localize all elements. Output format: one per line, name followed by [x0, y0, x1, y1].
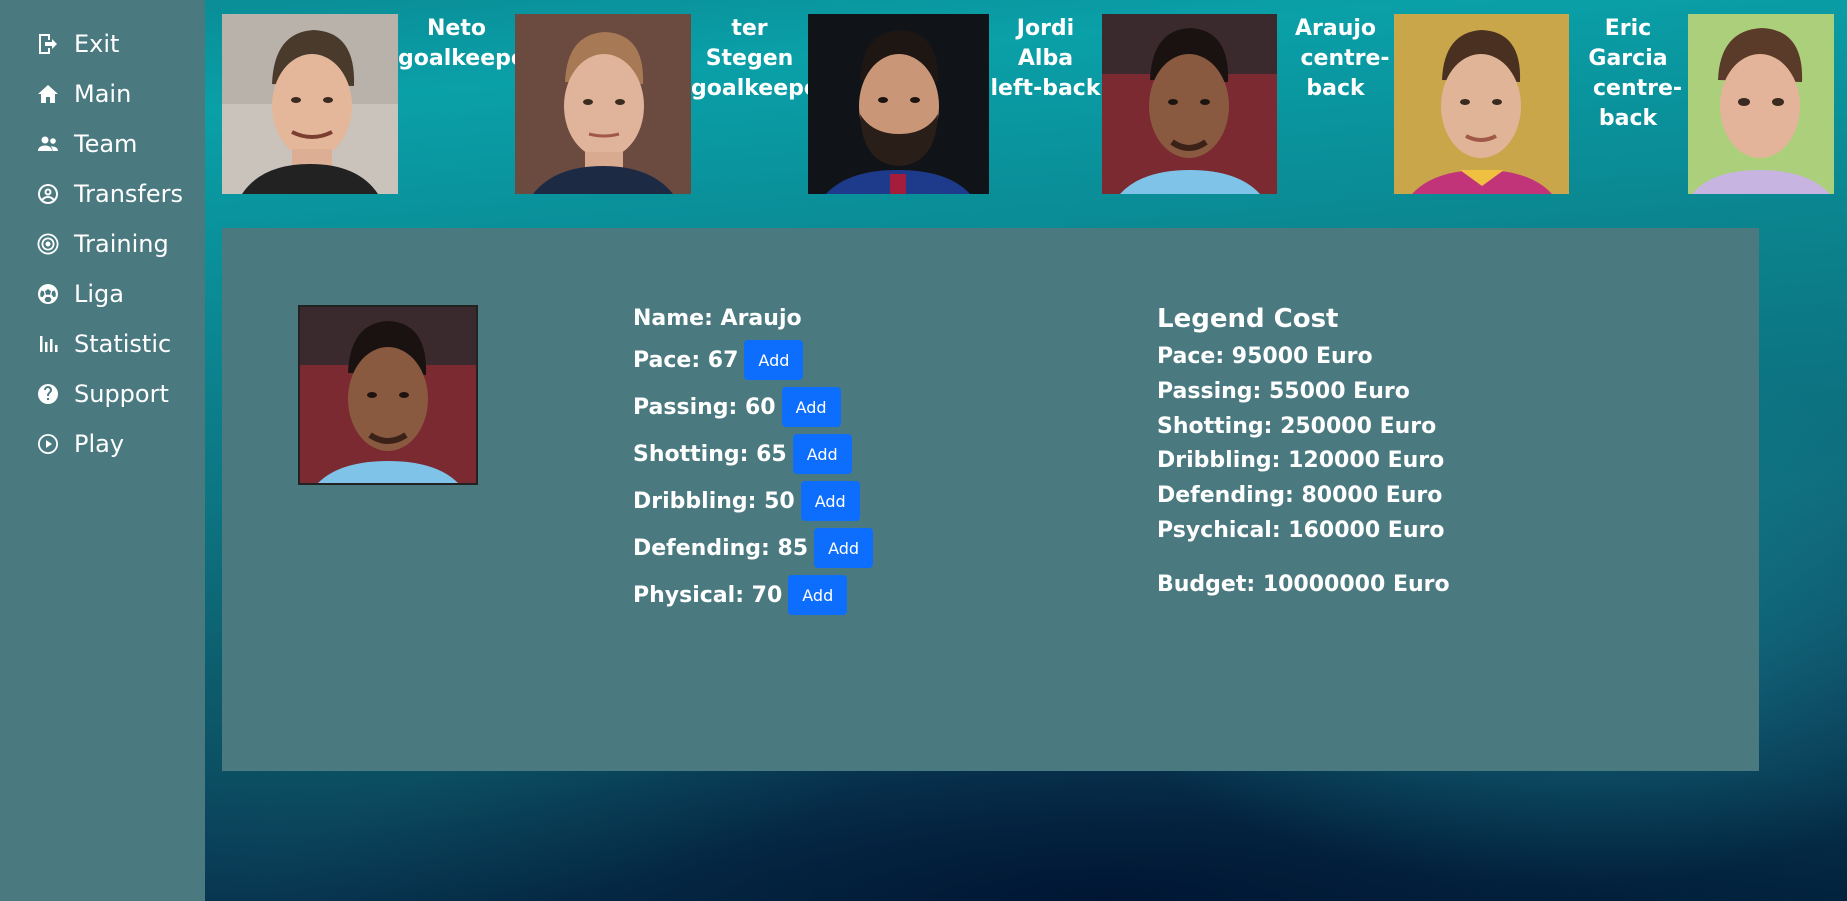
stat-row-pace: Pace: 67 Add [633, 340, 804, 380]
sidebar-item-transfers[interactable]: Transfers [36, 174, 183, 214]
player-label-ter-stegen: ter Stegen goalkeeper [691, 14, 830, 104]
stat-label: Passing: 60 [633, 394, 776, 420]
player-name: Eric Garcia [1588, 16, 1668, 71]
player-position: left-back [990, 76, 1101, 101]
user-circle-icon [38, 184, 58, 204]
player-position: goalkeeper [398, 46, 537, 71]
player-photo-ter-stegen[interactable] [515, 14, 691, 194]
play-icon [38, 434, 58, 454]
sidebar-item-label: Statistic [74, 330, 172, 358]
player-detail-panel: Name: Araujo Pace: 67 Add Passing: 60 Ad… [222, 228, 1759, 771]
sidebar-item-label: Main [74, 80, 132, 108]
cost-psychical: Psychical: 160000 Euro [1157, 518, 1445, 543]
player-name: Jordi Alba [1016, 16, 1075, 71]
target-icon [37, 233, 59, 255]
question-icon [38, 384, 58, 404]
stat-row-defending: Defending: 85 Add [633, 528, 874, 568]
sidebar-item-support[interactable]: Support [36, 374, 169, 414]
player-name-text: Name: Araujo [633, 306, 802, 331]
sidebar-item-label: Liga [74, 280, 124, 308]
player-portrait-image [1102, 14, 1277, 194]
stat-row-dribbling: Dribbling: 50 Add [633, 481, 860, 521]
player-name: ter Stegen [705, 16, 794, 71]
add-defending-button[interactable]: Add [814, 528, 874, 568]
sidebar: Exit Main Team Transfers Training Liga S… [0, 0, 205, 901]
player-portrait-image [1394, 14, 1569, 194]
sidebar-item-label: Team [74, 130, 138, 158]
player-portrait-image [1688, 14, 1834, 194]
player-photo-eric-garcia[interactable] [1394, 14, 1569, 194]
player-name: Araujo [1294, 16, 1377, 41]
player-position: centre-back [1300, 46, 1390, 101]
sidebar-item-label: Play [74, 430, 125, 458]
sidebar-item-label: Exit [74, 30, 120, 58]
player-photo-araujo[interactable] [1102, 14, 1277, 194]
sidebar-item-label: Training [74, 230, 169, 258]
player-portrait-image [222, 14, 398, 194]
add-passing-button[interactable]: Add [781, 387, 841, 427]
sidebar-item-exit[interactable]: Exit [36, 24, 119, 64]
team-icon [38, 136, 58, 151]
player-portrait-image [300, 307, 476, 483]
player-photo-neto[interactable] [222, 14, 398, 194]
budget-text: Budget: 10000000 Euro [1157, 572, 1450, 597]
stat-row-physical: Physical: 70 Add [633, 575, 848, 615]
player-label-jordi-alba: Jordi Alba left-back [989, 14, 1102, 104]
home-icon [38, 85, 58, 103]
player-portrait-image [515, 14, 691, 194]
stat-row-shotting: Shotting: 65 Add [633, 434, 852, 474]
player-photo-jordi-alba[interactable] [808, 14, 989, 194]
sidebar-item-liga[interactable]: Liga [36, 274, 124, 314]
sidebar-item-label: Support [74, 380, 169, 408]
cost-pace: Pace: 95000 Euro [1157, 344, 1373, 369]
add-physical-button[interactable]: Add [788, 575, 848, 615]
player-name: Neto [427, 16, 486, 41]
cost-dribbling: Dribbling: 120000 Euro [1157, 448, 1445, 473]
player-position: centre-back [1593, 76, 1683, 131]
exit-icon [39, 34, 57, 54]
player-portrait-image [808, 14, 989, 194]
legend-cost-title: Legend Cost [1157, 304, 1339, 334]
stat-label: Defending: 85 [633, 535, 809, 561]
stat-label: Dribbling: 50 [633, 488, 795, 514]
add-pace-button[interactable]: Add [744, 340, 804, 380]
cost-defending: Defending: 80000 Euro [1157, 483, 1443, 508]
player-label-neto: Neto goalkeeper [398, 14, 537, 74]
sidebar-item-training[interactable]: Training [36, 224, 169, 264]
player-name-line: Name: Araujo [633, 306, 802, 331]
sidebar-item-label: Transfers [74, 180, 184, 208]
add-dribbling-button[interactable]: Add [800, 481, 860, 521]
player-position: goalkeeper [691, 76, 830, 101]
cost-shotting: Shotting: 250000 Euro [1157, 414, 1437, 439]
sidebar-item-play[interactable]: Play [36, 424, 124, 464]
player-photo-next[interactable] [1688, 14, 1834, 194]
player-label-eric-garcia: Eric Garcia centre-back [1569, 14, 1687, 134]
stat-label: Shotting: 65 [633, 441, 787, 467]
soccer-ball-icon [38, 284, 58, 304]
add-shotting-button[interactable]: Add [792, 434, 852, 474]
stat-label: Physical: 70 [633, 582, 783, 608]
stat-row-passing: Passing: 60 Add [633, 387, 841, 427]
bar-chart-icon [40, 336, 58, 352]
player-label-araujo: Araujo centre-back [1277, 14, 1394, 104]
cost-passing: Passing: 55000 Euro [1157, 379, 1410, 404]
sidebar-item-main[interactable]: Main [36, 74, 131, 114]
sidebar-item-statistic[interactable]: Statistic [36, 324, 171, 364]
sidebar-item-team[interactable]: Team [36, 124, 137, 164]
stat-label: Pace: 67 [633, 347, 739, 373]
player-detail-photo [298, 305, 478, 485]
